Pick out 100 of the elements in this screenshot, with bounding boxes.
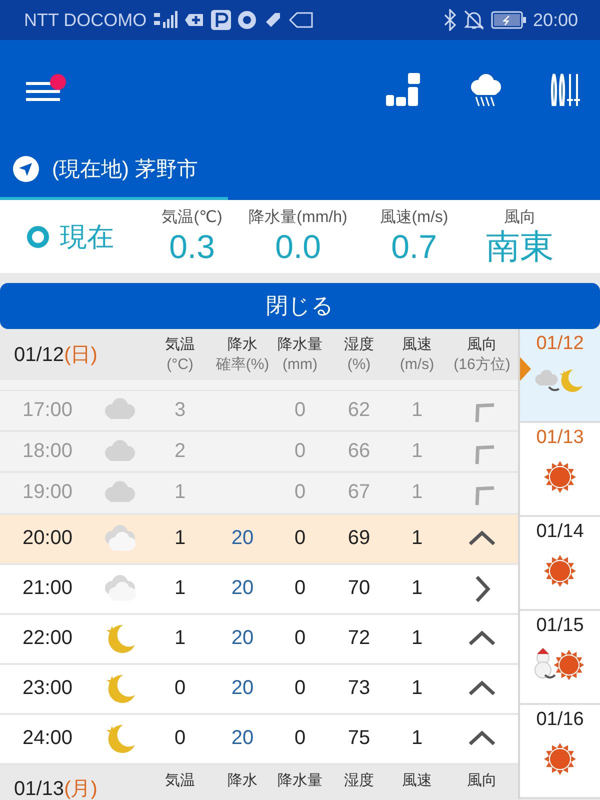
hour-time: 22:00 [22, 627, 73, 650]
hour-time: 23:00 [22, 677, 73, 700]
day-date: 01/13 [536, 427, 584, 449]
carrier-name: NTT DOCOMO [24, 10, 147, 30]
table-cell: 62 [348, 398, 370, 422]
hour-time: 19:00 [22, 481, 73, 504]
table-cell: 20 [231, 677, 254, 700]
bluetooth-icon [442, 9, 457, 31]
blocks-icon [386, 73, 422, 107]
table-cell: 1 [174, 577, 186, 600]
day-date: 01/15 [536, 615, 584, 637]
table-cell: 69 [348, 527, 370, 550]
table-cell: 1 [411, 481, 423, 504]
table-cell: 1 [174, 527, 186, 550]
table-cell: 1 [411, 627, 423, 650]
table-cell: 75 [348, 727, 370, 750]
column-header: 気温 [165, 770, 195, 791]
sun-icon [542, 459, 578, 495]
column-header: 風向 (16方位) [454, 334, 510, 375]
table-cell: 0 [294, 677, 306, 700]
sun-icon [542, 741, 578, 777]
date-heading: 01/12(日) [13, 343, 98, 368]
table-cell: 1 [174, 481, 186, 504]
label-icon [288, 12, 313, 28]
day-date: 01/12 [536, 333, 584, 355]
column-header: 降水量 (mm) [278, 334, 322, 375]
hour-time: 18:00 [22, 440, 73, 464]
table-cell: 20 [231, 727, 254, 750]
table-cell: 70 [348, 577, 370, 600]
table-cell: 0 [294, 481, 306, 504]
signal-icon [152, 10, 179, 30]
table-cell: 1 [411, 727, 423, 750]
table-cell: 73 [348, 677, 370, 700]
ring-icon [26, 224, 50, 248]
reading-label: 風速(m/s) [380, 208, 448, 228]
table-cell: 1 [411, 677, 423, 700]
navigation-icon [12, 154, 40, 182]
table-cell: 0 [174, 727, 186, 750]
table-cell: 0 [294, 627, 306, 650]
reading-label: 風向 [504, 208, 536, 228]
table-cell: 20 [231, 627, 254, 650]
hour-time: 24:00 [22, 727, 73, 750]
reading-value: 0.3 [169, 228, 215, 266]
table-cell: 0 [294, 398, 306, 422]
table-cell: 2 [174, 440, 186, 464]
column-header: 風向 [467, 770, 497, 791]
hour-time: 20:00 [22, 527, 73, 550]
table-cell: 1 [411, 398, 423, 422]
column-header: 気温 (°C) [165, 334, 195, 375]
day-date: 01/14 [536, 521, 584, 543]
p-app-icon [210, 10, 231, 30]
table-cell: 20 [231, 527, 254, 550]
browser-icon [236, 10, 257, 30]
sun-icon [542, 553, 578, 589]
day-tab[interactable]: 01/16 [520, 705, 600, 797]
ski-button[interactable] [550, 72, 580, 108]
table-cell: 0 [294, 527, 306, 550]
table-cell: 20 [231, 577, 254, 600]
table-cell: 67 [348, 481, 370, 504]
blocks-button[interactable] [386, 73, 422, 107]
table-cell: 1 [411, 527, 423, 550]
day-date: 01/16 [536, 709, 584, 731]
table-cell: 66 [348, 440, 370, 464]
column-header: 湿度 [344, 770, 374, 791]
reading-label: 気温(℃) [162, 208, 222, 228]
reading-value: 南東 [486, 228, 554, 266]
day-tab[interactable]: 01/15 [520, 611, 600, 703]
hour-time: 17:00 [22, 398, 73, 422]
column-header: 降水 [228, 770, 258, 791]
reading-label: 降水量(mm/h) [248, 208, 348, 228]
column-header: 風速 (m/s) [400, 334, 434, 375]
table-cell: 1 [174, 627, 186, 650]
table-cell: 0 [294, 727, 306, 750]
reading-value: 0.0 [275, 228, 321, 266]
close-button[interactable]: 閉じる [0, 283, 600, 329]
hour-time: 21:00 [22, 577, 73, 600]
column-header: 湿度 (%) [344, 334, 374, 375]
date-heading: 01/13(月) [13, 776, 98, 799]
snowman-sun-icon [533, 647, 587, 683]
current-label: 現在 [60, 220, 114, 254]
table-cell: 1 [411, 577, 423, 600]
day-tab[interactable]: 01/13 [520, 423, 600, 515]
medical-tag-icon [184, 11, 205, 29]
day-tab[interactable]: 01/14 [520, 517, 600, 609]
column-header: 風速 [402, 770, 432, 791]
rain-button[interactable] [468, 73, 504, 107]
table-cell: 1 [411, 440, 423, 464]
column-header: 降水 確率(%) [216, 334, 270, 375]
skis-icon [550, 72, 580, 108]
cloud-icon [102, 524, 138, 554]
notification-dot [50, 74, 66, 90]
table-cell: 0 [294, 440, 306, 464]
muted-bell-icon [462, 9, 485, 31]
reading-value: 0.7 [391, 228, 437, 266]
column-header: 降水量 [278, 770, 322, 791]
table-cell: 72 [348, 627, 370, 650]
clock-time: 20:00 [532, 10, 578, 30]
battery-icon [490, 11, 527, 29]
table-cell: 0 [294, 577, 306, 600]
table-cell: 0 [174, 677, 186, 700]
